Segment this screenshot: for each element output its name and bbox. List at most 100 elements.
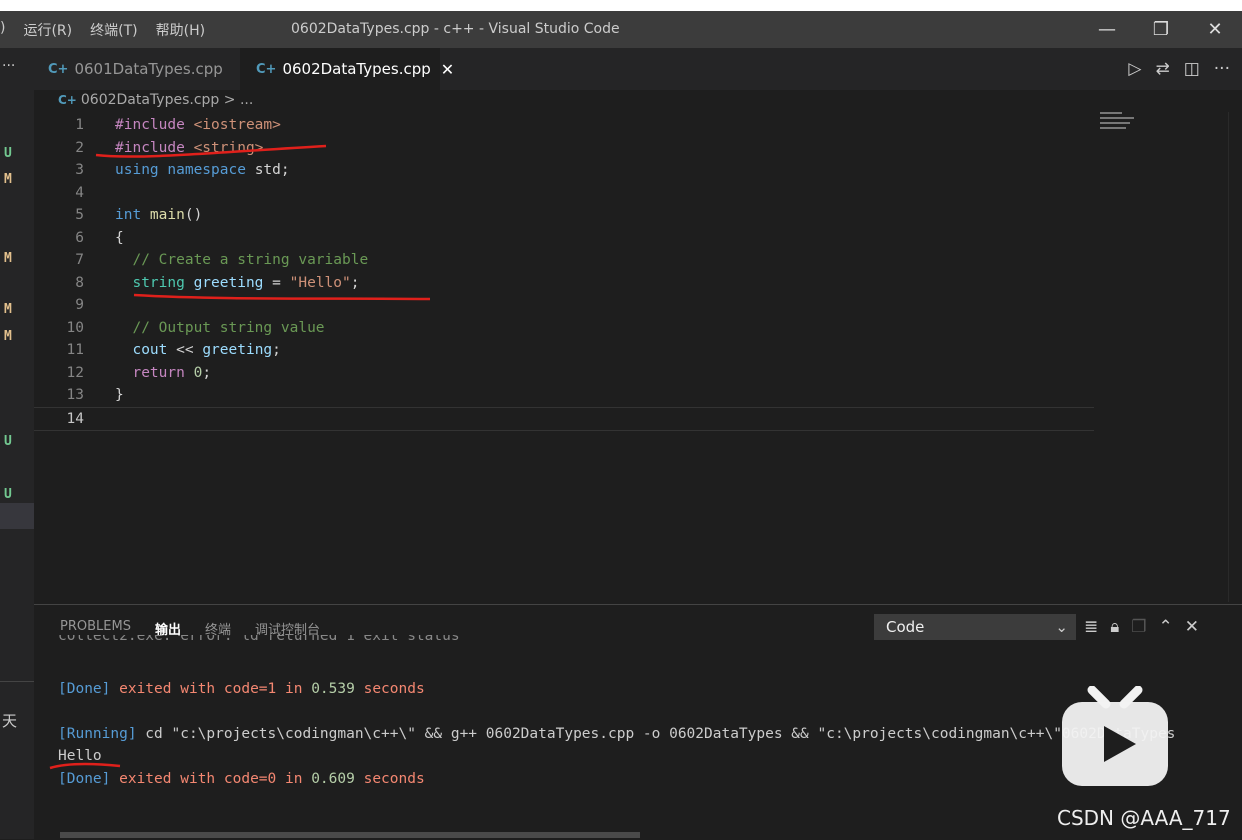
code-line[interactable]: 9 bbox=[34, 294, 1094, 317]
git-status-badge: M bbox=[4, 329, 12, 344]
split-editor-icon[interactable]: ◫ bbox=[1184, 59, 1200, 79]
line-number: 3 bbox=[75, 162, 84, 178]
menu-item[interactable]: 帮助(H) bbox=[156, 20, 205, 40]
line-number: 9 bbox=[75, 297, 84, 313]
code-line[interactable]: 11 cout << greeting; bbox=[34, 339, 1094, 362]
code-token: { bbox=[115, 229, 124, 246]
line-number: 11 bbox=[66, 342, 84, 358]
close-panel-icon[interactable]: ✕ bbox=[1185, 617, 1199, 637]
restore-button[interactable]: ❐ bbox=[1134, 19, 1188, 40]
bilibili-logo-icon bbox=[1062, 686, 1168, 786]
top-strip bbox=[0, 0, 1242, 11]
code-line[interactable]: 4 bbox=[34, 182, 1094, 205]
output-done-line-2: [Done] exited with code=0 in 0.609 secon… bbox=[58, 771, 425, 787]
code-line[interactable]: 7 // Create a string variable bbox=[34, 249, 1094, 272]
code-token: greeting bbox=[193, 274, 264, 291]
output-channel-select[interactable]: Code ⌄ bbox=[874, 614, 1076, 640]
code-token: <string> bbox=[193, 139, 264, 156]
code-token: ; bbox=[350, 274, 360, 291]
cpp-file-icon: C+ bbox=[58, 93, 77, 107]
code-text: return 0; bbox=[115, 362, 211, 385]
menu-item[interactable]: 运行(R) bbox=[23, 20, 72, 40]
code-token: using bbox=[115, 162, 168, 178]
code-text: cout << greeting; bbox=[115, 339, 280, 362]
line-number: 12 bbox=[66, 364, 84, 381]
breadcrumb[interactable]: C+ 0602DataTypes.cpp > ... bbox=[58, 92, 253, 108]
copy-icon[interactable]: ❐ bbox=[1131, 617, 1146, 637]
breadcrumb-file[interactable]: 0602DataTypes.cpp bbox=[81, 92, 219, 108]
code-token: main bbox=[149, 207, 185, 223]
code-text: #include <iostream> bbox=[115, 114, 281, 137]
code-token: cout bbox=[132, 342, 168, 358]
git-status-badge: U bbox=[4, 487, 12, 502]
cpp-file-icon: C+ bbox=[48, 61, 69, 77]
output-running-line: [Running] cd "c:\projects\codingman\c++\… bbox=[58, 726, 1176, 742]
code-line[interactable]: 2 #include <string> bbox=[34, 137, 1094, 160]
code-token: namespace bbox=[167, 162, 255, 178]
code-token: return bbox=[132, 364, 194, 381]
panel-horizontal-scrollbar[interactable] bbox=[60, 832, 640, 838]
close-window-button[interactable]: ✕ bbox=[1188, 19, 1242, 40]
cut-off-output-line: collect2.exe: error: ld returned 1 exit … bbox=[58, 635, 460, 644]
editor-scrollbar[interactable] bbox=[1228, 112, 1242, 602]
code-token: () bbox=[184, 207, 203, 223]
code-text: using namespace std; bbox=[115, 159, 290, 182]
program-output: Hello bbox=[58, 748, 102, 764]
tab-0601datatypes[interactable]: C+ 0601DataTypes.cpp bbox=[48, 48, 238, 90]
git-status-badge: M bbox=[4, 251, 12, 266]
title-bar: ) 运行(R) 终端(T) 帮助(H) 0602DataTypes.cpp - c++… bbox=[0, 11, 1242, 48]
code-line[interactable]: 8 string greeting = "Hello"; bbox=[34, 272, 1094, 295]
minimize-button[interactable]: — bbox=[1080, 19, 1134, 40]
clear-output-icon[interactable]: ≣ bbox=[1084, 617, 1098, 637]
git-status-badge: M bbox=[4, 172, 12, 187]
code-token: #include bbox=[115, 139, 194, 156]
chevron-down-icon: ⌄ bbox=[1055, 618, 1068, 636]
code-token: string bbox=[132, 274, 194, 291]
selected-explorer-row bbox=[0, 503, 34, 529]
run-icon[interactable]: ▷ bbox=[1128, 59, 1141, 79]
tab-label: 0601DataTypes.cpp bbox=[74, 60, 223, 78]
menu-bar: ) 运行(R) 终端(T) 帮助(H) bbox=[0, 20, 223, 40]
line-number: 2 bbox=[75, 139, 84, 156]
code-token: } bbox=[115, 387, 124, 403]
activity-bar: ··· UMMMMUU 天 bbox=[0, 48, 34, 839]
code-line[interactable]: 5 int main() bbox=[34, 204, 1094, 227]
git-status-badge: U bbox=[4, 434, 12, 449]
window-title: 0602DataTypes.cpp - c++ - Visual Studio … bbox=[291, 21, 620, 37]
code-text: { bbox=[115, 227, 124, 250]
output-done-line-1: [Done] exited with code=1 in 0.539 secon… bbox=[58, 681, 425, 697]
tab-0602datatypes[interactable]: C+ 0602DataTypes.cpp ✕ bbox=[240, 48, 454, 90]
code-line[interactable]: 13} bbox=[34, 384, 1094, 407]
code-editor[interactable]: 1 #include <iostream> 2 #include <string> 3 u… bbox=[34, 112, 1098, 602]
git-status-badge: M bbox=[4, 302, 12, 317]
code-line[interactable]: 12 return 0; bbox=[34, 362, 1094, 385]
sidebar-truncated-char: 天 bbox=[2, 712, 18, 730]
code-text: // Output string value bbox=[115, 317, 324, 340]
code-line[interactable]: 14 bbox=[34, 406, 1094, 431]
watermark: CSDN @AAA_717 bbox=[1057, 806, 1231, 830]
compare-changes-icon[interactable]: ⇄ bbox=[1155, 59, 1169, 79]
code-line[interactable]: 1 #include <iostream> bbox=[34, 114, 1094, 137]
more-actions-icon[interactable]: ··· bbox=[1214, 59, 1230, 79]
lock-icon[interactable]: 🔒︎ bbox=[1110, 617, 1119, 637]
maximize-panel-icon[interactable]: ⌃ bbox=[1159, 617, 1173, 637]
code-text: string greeting = "Hello"; bbox=[115, 272, 359, 295]
close-tab-icon[interactable]: ✕ bbox=[441, 60, 454, 79]
line-number: 1 bbox=[75, 117, 84, 133]
menu-item[interactable]: ) bbox=[0, 20, 5, 40]
code-line[interactable]: 6{ bbox=[34, 227, 1094, 250]
code-text: int main() bbox=[115, 204, 202, 227]
line-number: 10 bbox=[66, 319, 84, 336]
code-token: #include bbox=[115, 117, 194, 133]
code-text: } bbox=[115, 384, 124, 407]
code-token: << bbox=[167, 342, 203, 358]
more-icon[interactable]: ··· bbox=[2, 58, 15, 74]
menu-item[interactable]: 终端(T) bbox=[90, 20, 137, 40]
minimap[interactable] bbox=[1100, 112, 1230, 152]
code-line[interactable]: 10 // Output string value bbox=[34, 317, 1094, 340]
code-line[interactable]: 3 using namespace std; bbox=[34, 159, 1094, 182]
